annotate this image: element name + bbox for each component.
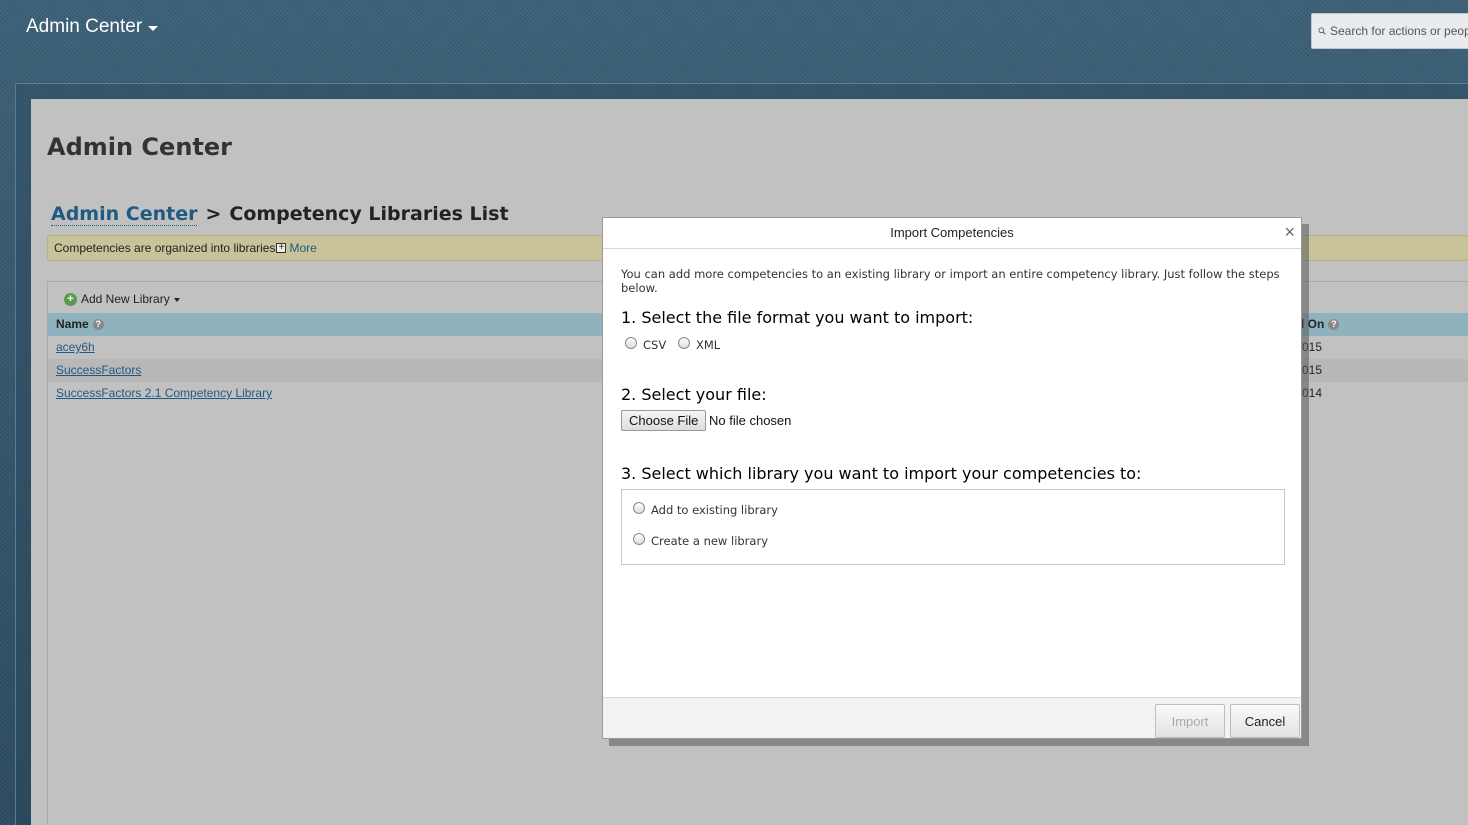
xml-label: XML: [696, 338, 721, 352]
xml-radio[interactable]: [678, 337, 690, 349]
admin-center-menu[interactable]: Admin Center: [26, 16, 159, 38]
add-existing-label: Add to existing library: [651, 503, 778, 517]
import-competencies-dialog: Import Competencies × You can add more c…: [602, 217, 1302, 739]
add-existing-option[interactable]: Add to existing library: [633, 502, 778, 517]
library-link[interactable]: acey6h: [56, 340, 95, 354]
create-new-label: Create a new library: [651, 534, 768, 548]
step-2-label: 2. Select your file:: [621, 385, 767, 404]
search-box[interactable]: [1311, 13, 1468, 49]
column-header-name[interactable]: Name ?: [56, 317, 104, 331]
search-icon: [1318, 27, 1326, 35]
info-text: Competencies are organized into librarie…: [54, 241, 276, 255]
csv-label: CSV: [643, 338, 667, 352]
format-csv-option[interactable]: CSV: [625, 337, 667, 352]
add-existing-radio[interactable]: [633, 502, 645, 514]
breadcrumb-separator: >: [205, 203, 222, 225]
library-target-box: Add to existing library Create a new lib…: [621, 489, 1285, 565]
step-3-label: 3. Select which library you want to impo…: [621, 464, 1142, 483]
add-new-library-label: Add New Library: [81, 292, 170, 306]
dialog-footer: Import Cancel: [603, 697, 1301, 738]
import-button[interactable]: Import: [1155, 704, 1225, 738]
breadcrumb-admin-center-link[interactable]: Admin Center: [51, 203, 198, 226]
add-icon: +: [64, 292, 77, 306]
page-title: Admin Center: [47, 133, 232, 161]
create-new-option[interactable]: Create a new library: [633, 533, 768, 548]
column-header-name-label: Name: [56, 317, 89, 331]
file-status: No file chosen: [709, 413, 792, 428]
dialog-header: Import Competencies ×: [603, 218, 1301, 249]
csv-radio[interactable]: [625, 337, 637, 349]
dialog-body: You can add more competencies to an exis…: [603, 249, 1301, 295]
library-link[interactable]: SuccessFactors: [56, 363, 141, 377]
help-icon[interactable]: ?: [1328, 318, 1340, 330]
breadcrumb: Admin Center > Competency Libraries List: [51, 203, 509, 226]
dialog-title: Import Competencies: [890, 225, 1014, 240]
step-1-label: 1. Select the file format you want to im…: [621, 308, 974, 327]
cancel-button[interactable]: Cancel: [1230, 704, 1300, 738]
create-new-radio[interactable]: [633, 533, 645, 545]
chevron-down-icon: [173, 298, 180, 302]
more-link[interactable]: More: [289, 241, 316, 255]
close-icon[interactable]: ×: [1284, 218, 1295, 246]
library-link[interactable]: SuccessFactors 2.1 Competency Library: [56, 386, 272, 400]
format-xml-option[interactable]: XML: [678, 337, 721, 352]
breadcrumb-current: Competency Libraries List: [229, 203, 509, 225]
expand-plus-icon[interactable]: +: [276, 243, 287, 253]
choose-file-button[interactable]: Choose File: [621, 410, 707, 431]
help-icon[interactable]: ?: [92, 318, 104, 330]
search-input[interactable]: [1330, 24, 1468, 38]
chevron-down-icon: [148, 26, 159, 31]
dialog-intro: You can add more competencies to an exis…: [621, 267, 1280, 295]
add-new-library-button[interactable]: + Add New Library: [64, 292, 180, 306]
app-title-label: Admin Center: [26, 16, 143, 37]
